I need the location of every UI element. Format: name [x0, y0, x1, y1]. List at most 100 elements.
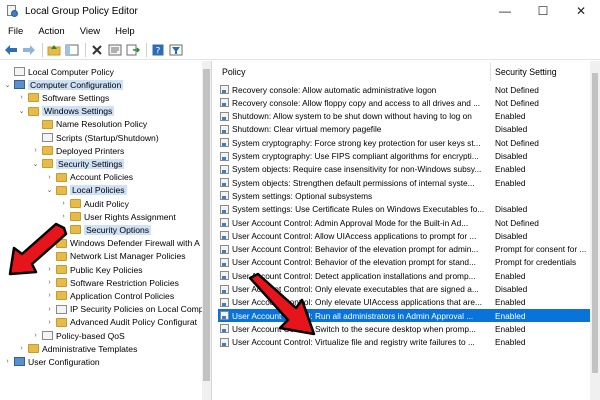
policy-row[interactable]: User Account Control: Behavior of the el…	[218, 256, 590, 269]
expand-chevron-icon[interactable]: ›	[45, 173, 54, 182]
tree-item[interactable]: › Audit Policy	[59, 197, 129, 210]
policy-list-scrollbar[interactable]	[590, 61, 600, 400]
policy-list-pane[interactable]: Policy Security Setting Recovery console…	[218, 61, 600, 400]
tree-item[interactable]: › User Configuration	[3, 355, 99, 368]
tree-item[interactable]: Security Options	[59, 223, 152, 236]
help-icon[interactable]: ?	[150, 42, 166, 58]
expand-chevron-icon[interactable]: ›	[45, 278, 54, 287]
expand-chevron-icon[interactable]: ⌄	[31, 159, 40, 168]
expand-chevron-icon[interactable]: ⌄	[3, 80, 12, 89]
policy-setting-icon	[220, 191, 229, 201]
forward-arrow-icon[interactable]	[21, 42, 37, 58]
tree-item[interactable]: ⌄ Windows Settings	[17, 105, 115, 118]
policy-name: User Account Control: Admin Approval Mod…	[232, 217, 469, 228]
tree-item-label: Public Key Policies	[70, 264, 143, 275]
properties-icon[interactable]	[107, 42, 123, 58]
policy-row[interactable]: System cryptography: Use FIPS compliant …	[218, 150, 590, 163]
export-list-icon[interactable]	[125, 42, 141, 58]
policy-icon	[14, 67, 25, 76]
tree-item[interactable]: ⌄ Local Policies	[45, 184, 127, 197]
tree-item[interactable]: › Application Control Policies	[45, 289, 174, 302]
toolbar: ?	[0, 40, 600, 60]
tree-scrollbar[interactable]	[202, 61, 211, 400]
expand-chevron-icon[interactable]: ⌄	[45, 186, 54, 195]
expand-chevron-icon[interactable]: ›	[31, 146, 40, 155]
expand-chevron-icon[interactable]: ›	[59, 199, 68, 208]
tree-item[interactable]: Scripts (Startup/Shutdown)	[31, 131, 159, 144]
policy-row[interactable]: Shutdown: Allow system to be shut down w…	[218, 110, 590, 123]
expand-chevron-icon[interactable]: ›	[3, 357, 12, 366]
policy-row[interactable]: Recovery console: Allow floppy copy and …	[218, 96, 590, 109]
show-hide-tree-icon[interactable]	[64, 42, 80, 58]
tree-item[interactable]: › Account Policies	[45, 171, 133, 184]
menu-file[interactable]: File	[1, 26, 30, 37]
policy-row[interactable]: System settings: Optional subsystems	[218, 189, 590, 202]
tree-item[interactable]: Name Resolution Policy	[31, 118, 147, 131]
policy-name: System settings: Use Certificate Rules o…	[232, 204, 485, 215]
policy-name: System settings: Optional subsystems	[232, 190, 373, 201]
policy-security-setting: Disabled	[495, 204, 528, 215]
red-arrow-right-icon	[248, 272, 316, 336]
tree-item-label: Security Options	[84, 224, 152, 235]
policy-name: System objects: Require case insensitivi…	[232, 164, 482, 175]
policy-row[interactable]: System objects: Strengthen default permi…	[218, 176, 590, 189]
expand-chevron-icon[interactable]: ›	[17, 93, 26, 102]
menu-view[interactable]: View	[73, 26, 107, 37]
folder-icon	[56, 172, 67, 182]
close-button[interactable]: ✕	[562, 0, 600, 22]
tree-item[interactable]: Local Computer Policy	[3, 65, 114, 78]
maximize-button[interactable]: ☐	[524, 0, 562, 22]
menu-help[interactable]: Help	[108, 26, 142, 37]
policy-security-setting: Disabled	[495, 230, 528, 241]
tree-item[interactable]: › Deployed Printers	[31, 144, 124, 157]
expand-chevron-icon[interactable]: ›	[17, 344, 26, 353]
policy-row[interactable]: Shutdown: Clear virtual memory pagefile D…	[218, 123, 590, 136]
tree-item[interactable]: › Policy-based QoS	[31, 329, 124, 342]
policy-row[interactable]: User Account Control: Admin Approval Mod…	[218, 216, 590, 229]
policy-row[interactable]: System objects: Require case insensitivi…	[218, 163, 590, 176]
back-arrow-icon[interactable]	[3, 42, 19, 58]
expand-chevron-icon[interactable]: ›	[45, 318, 54, 327]
tree-item[interactable]: › User Rights Assignment	[59, 210, 175, 223]
policy-security-setting: Not Defined	[495, 137, 539, 148]
tree-item[interactable]: › Software Settings	[17, 91, 109, 104]
up-folder-icon[interactable]	[46, 42, 62, 58]
tree-item-label: Windows Settings	[42, 106, 115, 117]
folder-icon	[42, 159, 53, 169]
folder-icon	[56, 291, 67, 301]
policy-row[interactable]: System settings: Use Certificate Rules o…	[218, 203, 590, 216]
minimize-button[interactable]: —	[486, 0, 524, 22]
expand-chevron-icon[interactable]: ›	[45, 305, 54, 314]
folder-icon	[56, 278, 67, 288]
policy-row[interactable]: Recovery console: Allow automatic admini…	[218, 83, 590, 96]
policy-row[interactable]: User Account Control: Allow UIAccess app…	[218, 229, 590, 242]
tree-item[interactable]: ⌄ Computer Configuration	[3, 78, 124, 91]
expand-chevron-icon[interactable]: ›	[45, 291, 54, 300]
policy-security-setting: Enabled	[495, 337, 526, 348]
tree-item[interactable]: › Advanced Audit Policy Configurat	[45, 316, 197, 329]
tree-item[interactable]: ›Windows Defender Firewall with A	[45, 237, 200, 250]
menu-action[interactable]: Action	[31, 26, 71, 37]
tree-item-label: Software Restriction Policies	[70, 277, 179, 288]
policy-row[interactable]: System cryptography: Force strong key pr…	[218, 136, 590, 149]
folder-icon	[28, 93, 39, 103]
tree-item[interactable]: › Administrative Templates	[17, 342, 137, 355]
column-header-policy[interactable]: Policy	[222, 61, 245, 83]
filter-icon[interactable]	[168, 42, 184, 58]
tree-item[interactable]: › Software Restriction Policies	[45, 276, 179, 289]
policy-setting-icon	[220, 204, 229, 214]
red-arrow-left-icon	[8, 222, 68, 276]
expand-chevron-icon[interactable]: ›	[31, 331, 40, 340]
column-header-security-setting[interactable]: Security Setting	[495, 61, 557, 83]
tree-item[interactable]: › IP Security Policies on Local Comp	[45, 303, 203, 316]
policy-name: Shutdown: Allow system to be shut down w…	[232, 111, 472, 122]
policy-setting-icon	[220, 284, 229, 294]
tree-item[interactable]: ⌄ Security Settings	[31, 157, 125, 170]
delete-icon[interactable]	[89, 42, 105, 58]
expand-chevron-icon[interactable]: ⌄	[17, 107, 26, 116]
policy-security-setting: Disabled	[495, 284, 528, 294]
policy-row[interactable]: User Account Control: Behavior of the el…	[218, 243, 590, 256]
